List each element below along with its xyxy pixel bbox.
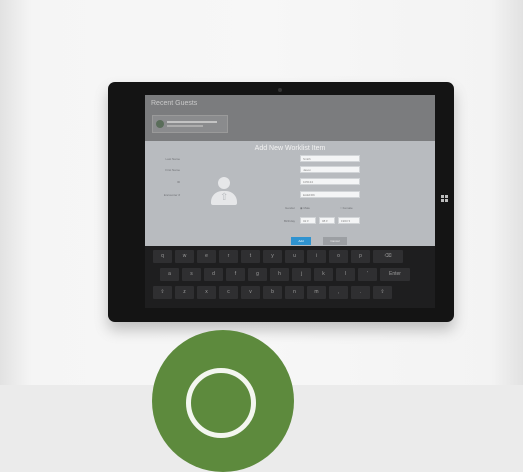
add-button[interactable]: Add [291,237,311,245]
key-g[interactable]: g [248,268,267,281]
key-sym[interactable]: . [351,286,370,299]
first-name-label: First Name [165,168,180,172]
key-s[interactable]: s [182,268,201,281]
gender-label: Gender [284,206,295,210]
key-p[interactable]: p [351,250,370,263]
key-sym[interactable]: ⇧ [373,286,392,299]
encounter-input[interactable]: EAEFRK [300,191,360,198]
id-input[interactable]: 105134 [300,178,360,185]
gender-female-radio[interactable]: ○ Female [340,204,353,212]
key-sym[interactable]: , [329,286,348,299]
keyboard-row-1: q w e r t y u i o p ⌫ [145,250,435,264]
keyboard-row-2: a s d f g h j k l ' Enter [145,268,435,282]
tablet-device: Recent Guests Add New Worklist Item ⇧ La… [108,82,454,322]
on-screen-keyboard: q w e r t y u i o p ⌫ a s d f g h j k l ' Enter ⇧ z x c v b n m,. ⇧ [145,246,435,308]
key-d[interactable]: d [204,268,223,281]
windows-logo-icon[interactable] [441,195,448,202]
key-l[interactable]: l [336,268,355,281]
cancel-button[interactable]: Cancel [323,237,347,245]
birth-month-select[interactable]: 02 ▾ [300,217,316,224]
birthday-label: Birthday [283,219,295,223]
tablet-screen: Recent Guests Add New Worklist Item ⇧ La… [145,95,435,308]
key-x[interactable]: x [197,286,216,299]
dialog-title: Add New Worklist Item [254,145,326,152]
app-header-area: Recent Guests [145,95,435,141]
key-r[interactable]: r [219,250,238,263]
key-o[interactable]: o [329,250,348,263]
person-upload-icon[interactable]: ⇧ [211,177,237,207]
key-i[interactable]: i [307,250,326,263]
key-j[interactable]: j [292,268,311,281]
guest-avatar-icon [156,120,164,128]
keyboard-row-3: ⇧ z x c v b n m,. ⇧ [145,286,435,300]
key-w[interactable]: w [175,250,194,263]
birth-day-select[interactable]: 08 ▾ [319,217,335,224]
app-title: Recent Guests [151,100,198,107]
last-name-label: Last Name [165,157,180,161]
id-label: ID [177,180,180,184]
key-y[interactable]: y [263,250,282,263]
key-m[interactable]: m [307,286,326,299]
key-z[interactable]: z [175,286,194,299]
key-u[interactable]: u [285,250,304,263]
key-sym[interactable]: ⌫ [373,250,403,263]
birth-year-select[interactable]: 1963 ▾ [338,217,360,224]
last-name-input[interactable]: Smith [300,155,360,162]
key-h[interactable]: h [270,268,289,281]
key-enter[interactable]: Enter [380,268,410,281]
key-c[interactable]: c [219,286,238,299]
background-scene: Recent Guests Add New Worklist Item ⇧ La… [0,0,523,472]
recent-guest-card[interactable] [152,115,228,133]
camera-dot [278,88,282,92]
gender-male-radio[interactable]: ◉ Male [300,204,310,212]
dialog-button-row: Add Cancel [145,237,435,245]
key-f[interactable]: f [226,268,245,281]
encounter-label: Encounter # [163,193,180,197]
birthday-row: Birthday 02 ▾ 08 ▾ 1963 ▾ [245,217,395,225]
key-q[interactable]: q [153,250,172,263]
key-t[interactable]: t [241,250,260,263]
guest-card-subline [167,125,203,127]
key-b[interactable]: b [263,286,282,299]
key-a[interactable]: a [160,268,179,281]
key-sym[interactable]: ⇧ [153,286,172,299]
key-v[interactable]: v [241,286,260,299]
first-name-input[interactable]: Jason [300,166,360,173]
key-n[interactable]: n [285,286,304,299]
guest-card-line [167,121,217,123]
key-sym[interactable]: ' [358,268,377,281]
key-k[interactable]: k [314,268,333,281]
key-e[interactable]: e [197,250,216,263]
green-badge-logo [152,330,294,472]
badge-ring-icon [186,368,256,438]
add-worklist-dialog: Add New Worklist Item ⇧ Last Name Smith … [145,141,435,246]
